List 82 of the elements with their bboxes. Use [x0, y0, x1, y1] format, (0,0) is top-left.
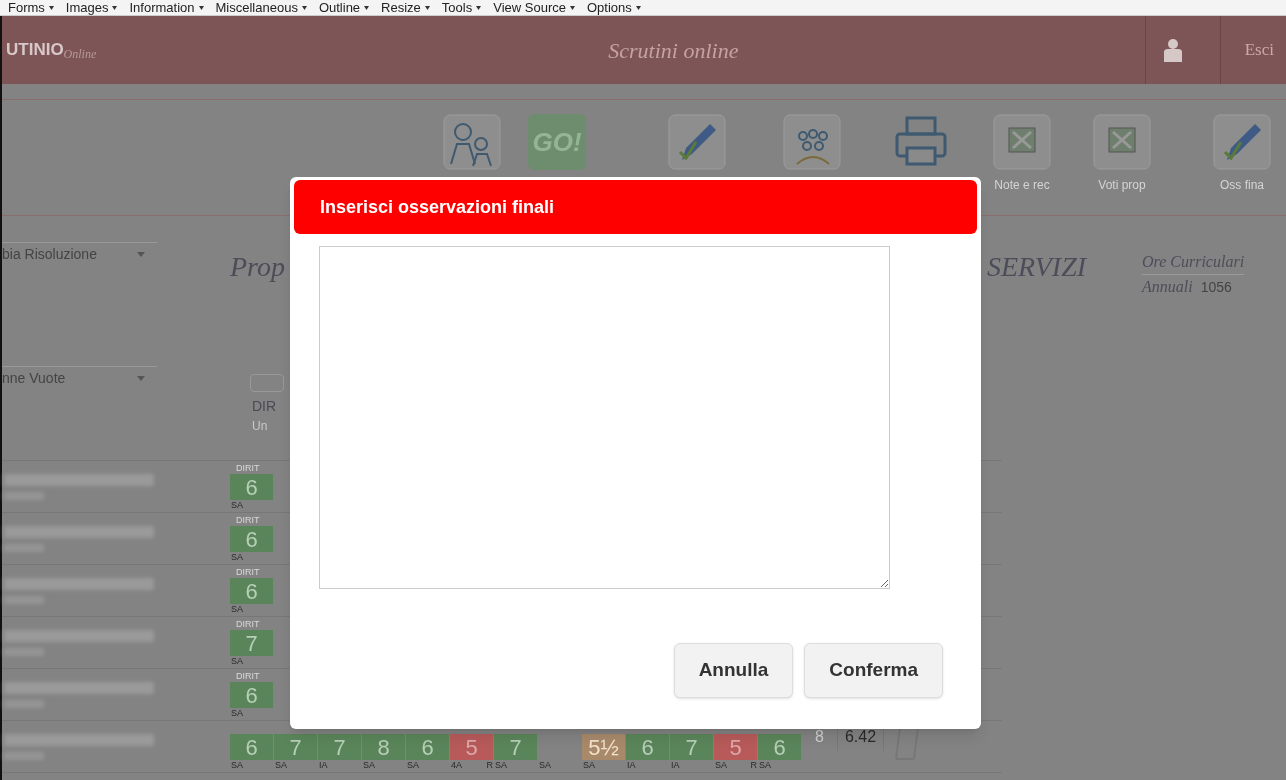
- grade-flag-label: R: [486, 760, 493, 771]
- caret-icon: [301, 5, 307, 10]
- grade-cell: 7: [494, 734, 538, 760]
- grade-note: SA: [231, 552, 243, 563]
- grade-note: IA: [319, 760, 328, 771]
- toolbar-menu[interactable]: Miscellaneous: [215, 1, 298, 14]
- toolbar-menu[interactable]: Images: [65, 1, 109, 14]
- subject-label: DIRIT: [235, 619, 261, 630]
- dialog-title: Inserisci osservazioni finali: [320, 195, 555, 219]
- grade-note: IA: [627, 760, 636, 771]
- spreadsheet-icon[interactable]: [1093, 114, 1151, 170]
- toolbar-menu[interactable]: Resize: [381, 1, 421, 14]
- grade-note: SA: [231, 708, 243, 719]
- grade-cell: 7: [318, 734, 362, 760]
- hours-value: 1056: [1200, 277, 1232, 297]
- grade-cell: 6: [230, 526, 274, 552]
- grade-cell: 5½: [582, 734, 626, 760]
- grade-note: SA: [231, 604, 243, 615]
- grade-note: SA: [363, 760, 375, 771]
- grade-cell: 6: [230, 578, 274, 604]
- caret-icon: [364, 5, 370, 10]
- grade-note: SA: [715, 760, 727, 771]
- grade-note: SA: [231, 656, 243, 667]
- app-title: Scrutini online: [608, 36, 739, 65]
- user-icon[interactable]: [1161, 38, 1184, 62]
- grade-cell: 6: [230, 682, 274, 708]
- spreadsheet-icon[interactable]: [993, 114, 1051, 170]
- caret-icon: [137, 252, 145, 257]
- grade-note: SA: [759, 760, 771, 771]
- tool-label: Note e rec: [994, 177, 1050, 194]
- grade-cell: 7: [670, 734, 714, 760]
- subject-label: DIRIT: [235, 515, 261, 526]
- toolbar-menu[interactable]: Tools: [441, 1, 473, 14]
- caret-icon: [569, 5, 575, 10]
- column-subheader: Un: [252, 418, 269, 435]
- grade-note: SA: [231, 500, 243, 511]
- toolbar-menu[interactable]: Forms: [8, 1, 45, 14]
- grade-note: 4A: [451, 760, 462, 771]
- grade-cell: 5: [450, 734, 494, 760]
- grade-cell: 6: [758, 734, 802, 760]
- filter-input[interactable]: [250, 374, 284, 392]
- grade-cell: 7: [230, 630, 274, 656]
- subject-label: DIRIT: [235, 463, 261, 474]
- grade-flag-label: R: [750, 760, 757, 771]
- caret-icon: [476, 5, 482, 10]
- grade-cell: 6: [230, 474, 274, 500]
- grade-cell: 6: [406, 734, 450, 760]
- people-icon[interactable]: [443, 114, 501, 170]
- grade-note: SA: [495, 760, 507, 771]
- grade-note: SA: [231, 760, 243, 771]
- caret-icon: [635, 5, 641, 10]
- toolbar-menu[interactable]: Options: [586, 1, 632, 14]
- subject-label: DIRIT: [235, 671, 261, 682]
- grade-cell: 6: [230, 734, 274, 760]
- tool-label: Oss fina: [1220, 177, 1264, 194]
- dialog-button[interactable]: Conferma: [804, 643, 943, 698]
- toolbar-menu[interactable]: Outline: [318, 1, 361, 14]
- grade-cell: 6: [626, 734, 670, 760]
- toolbar-menu[interactable]: View Source: [493, 1, 566, 14]
- subject-label: DIRIT: [235, 567, 261, 578]
- grade-note: SA: [583, 760, 595, 771]
- caret-icon: [424, 5, 430, 10]
- grade-cell: 7: [274, 734, 318, 760]
- logo-text: UTINIO: [6, 39, 64, 62]
- grade-cell: 8: [362, 734, 406, 760]
- pencil-icon[interactable]: [1213, 114, 1271, 170]
- grade-note: SA: [539, 760, 551, 771]
- caret-icon: [48, 5, 54, 10]
- pencil-icon[interactable]: [668, 114, 726, 170]
- caret-icon: [198, 5, 204, 10]
- dialog-button[interactable]: Annulla: [673, 643, 794, 698]
- grade-cell: 5: [714, 734, 758, 760]
- column-header: DIR: [252, 397, 277, 416]
- grade-note: SA: [275, 760, 287, 771]
- group-icon[interactable]: [783, 114, 841, 170]
- caret-icon: [137, 376, 145, 381]
- toolbar-menu[interactable]: Information: [129, 1, 195, 14]
- grade-note: SA: [407, 760, 419, 771]
- grade-note: IA: [671, 760, 680, 771]
- logo-subtitle: Online: [63, 46, 97, 63]
- tool-label: Voti prop: [1098, 177, 1146, 194]
- caret-icon: [112, 5, 118, 10]
